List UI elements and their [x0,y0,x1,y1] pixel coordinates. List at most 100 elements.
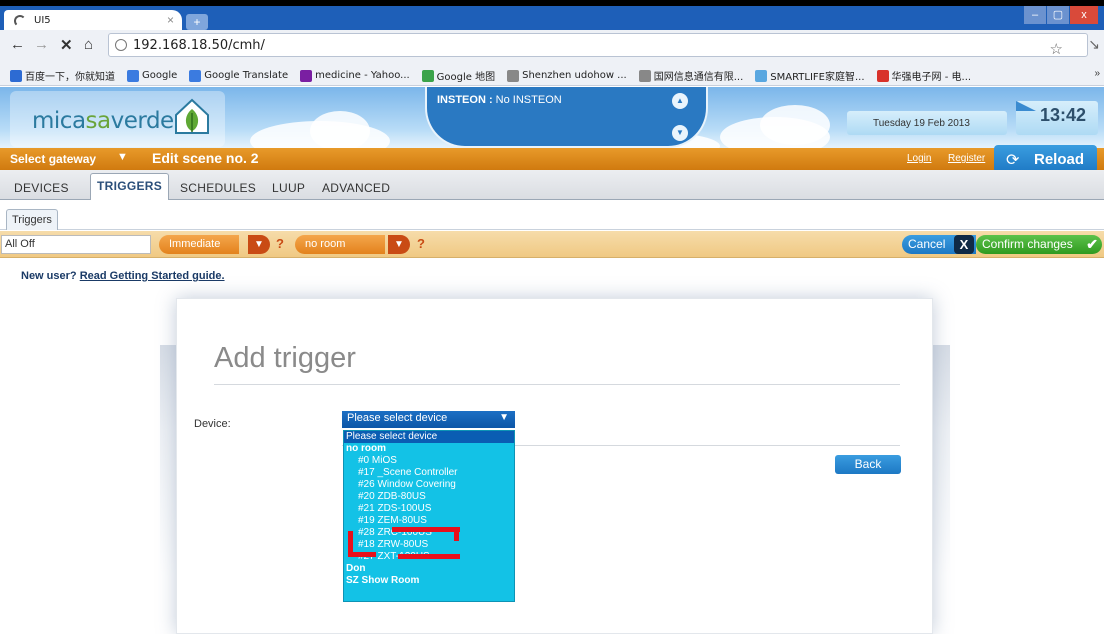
bookmark-item[interactable]: SMARTLIFE家庭智... [755,68,865,83]
register-link[interactable]: Register [948,153,985,164]
bookmark-favicon-icon [300,69,313,82]
room-help-icon[interactable]: ? [417,236,425,251]
getting-started-link[interactable]: Read Getting Started guide. [80,270,225,282]
back-arrow-icon[interactable]: ← [10,36,25,53]
dropdown-option[interactable]: #18 ZRW-80US [344,539,514,551]
micasaverde-logo: micasaverde [10,91,225,147]
mode-help-icon[interactable]: ? [276,236,284,251]
stop-icon[interactable]: ✕ [60,36,73,54]
tab-schedules[interactable]: SCHEDULES [180,181,256,195]
cancel-x-icon[interactable]: X [954,235,974,254]
confirm-changes-button[interactable]: Confirm changes ✔ [976,235,1102,254]
back-button[interactable]: Back [835,455,901,474]
house-leaf-icon [175,98,209,134]
cloud-decoration [760,105,830,145]
browser-toolbar: ← → ✕ ⌂ 192.168.18.50/cmh/ ☆ ↘ [0,30,1104,66]
new-user-notice: New user? Read Getting Started guide. [21,270,225,282]
device-select[interactable]: Please select device ▼ [342,411,515,428]
select-gateway-button[interactable]: Select gateway [10,152,96,166]
close-window-button[interactable]: x [1070,6,1098,24]
browser-tab[interactable]: UI5 × [4,10,182,32]
dialog-title: Add trigger [214,342,356,374]
dropdown-option[interactable]: #17 _Scene Controller [344,467,514,479]
mode-select[interactable]: Immediate [159,235,239,254]
chevron-down-icon: ▼ [499,412,509,423]
bookmark-item[interactable]: 华强电子网 - 电... [876,68,971,83]
home-icon[interactable]: ⌂ [84,36,93,53]
bookmark-star-icon[interactable]: ☆ [1050,40,1063,58]
checkmark-icon: ✔ [1086,236,1098,252]
forward-arrow-icon[interactable]: → [34,36,49,53]
bookmark-label: Google [142,70,178,81]
bookmark-item[interactable]: Shenzhen udohow ... [507,69,627,82]
new-tab-button[interactable]: + [186,14,208,30]
annotation-mark [398,554,460,559]
tab-devices[interactable]: DEVICES [14,181,69,195]
bookmark-label: Google 地图 [436,72,496,83]
tab-luup[interactable]: LUUP [272,181,305,195]
tab-triggers[interactable]: TRIGGERS [90,173,170,201]
clock-display: 13:42 [1016,101,1098,135]
logo-text-verde: verde [110,108,175,134]
tab-title: UI5 [34,15,51,26]
address-bar[interactable]: 192.168.18.50/cmh/ ☆ [108,33,1088,58]
bookmark-item[interactable]: Google Translate [189,69,289,82]
clock-time: 13:42 [1040,105,1087,125]
bookmark-item[interactable]: Google 地图 [421,68,496,83]
minimize-button[interactable]: – [1024,6,1046,24]
dropdown-group-label: Don [346,563,366,574]
dropdown-option[interactable]: #20 ZDB-80US [344,491,514,503]
date-text: Tuesday 19 Feb 2013 [873,118,970,129]
dropdown-option[interactable]: Please select device [344,431,514,443]
bookmark-favicon-icon [638,69,651,82]
bookmark-favicon-icon [421,69,434,82]
bookmark-item[interactable]: Google [127,69,178,82]
bookmark-label: 百度一下，你就知道 [25,72,115,83]
app-header: micasaverde INSTEON : No INSTEON ▲ ▼ Tue… [0,87,1104,148]
room-chevron-icon[interactable]: ▼ [388,235,410,254]
tab-advanced[interactable]: ADVANCED [322,181,390,195]
wrench-icon[interactable]: ↘ [1088,36,1100,53]
dropdown-option[interactable]: #26 Window Covering [344,479,514,491]
bookmark-favicon-icon [127,69,139,82]
bookmarks-bar: 百度一下，你就知道 Google Google Translate medicine … [0,66,1104,86]
subtab-triggers[interactable]: Triggers [6,209,58,230]
scene-name-input[interactable]: All Off [1,235,151,254]
annotation-mark [348,552,376,557]
insteon-down-icon[interactable]: ▼ [672,125,688,141]
annotation-mark [392,527,460,532]
maximize-button[interactable]: ▢ [1047,6,1069,24]
reload-button[interactable]: ⟳ Reload [994,145,1097,173]
bookmark-item[interactable]: 国网信息通信有限... [638,68,743,83]
bookmark-item[interactable]: medicine - Yahoo... [300,69,410,82]
bookmark-favicon-icon [755,69,768,82]
logo-text-mica: mica [32,108,86,134]
chevron-down-icon[interactable]: ▼ [117,151,128,163]
bookmarks-more-icon[interactable]: » [1094,68,1100,79]
dropdown-option[interactable]: #21 ZDS-100US [344,503,514,515]
room-select[interactable]: no room [295,235,385,254]
mode-chevron-icon[interactable]: ▼ [248,235,270,254]
dropdown-option[interactable]: #0 MiOS [344,455,514,467]
logo-text-sa: sa [85,108,112,134]
dropdown-group-label: SZ Show Room [346,575,420,586]
divider [214,384,900,385]
cloud-decoration [310,111,370,148]
bookmark-item[interactable]: 百度一下，你就知道 [10,68,115,83]
bookmark-favicon-icon [876,69,889,82]
confirm-label: Confirm changes [982,237,1073,251]
dropdown-option[interactable]: #19 ZEM-80US [344,515,514,527]
device-select-value: Please select device [347,412,448,424]
bookmark-favicon-icon [10,69,22,82]
login-link[interactable]: Login [907,153,931,164]
insteon-value: No INSTEON [492,94,562,106]
insteon-panel: INSTEON : No INSTEON ▲ ▼ [425,87,708,148]
url-text: 192.168.18.50/cmh/ [133,38,265,53]
sub-tabs: Triggers [0,200,1104,230]
bookmark-label: Google Translate [204,70,289,81]
tab-close-icon[interactable]: × [167,13,174,27]
insteon-up-icon[interactable]: ▲ [672,93,688,109]
annotation-mark [454,527,459,541]
window-controls: – ▢ x [1023,6,1098,24]
clock-corner-icon [1016,101,1036,111]
